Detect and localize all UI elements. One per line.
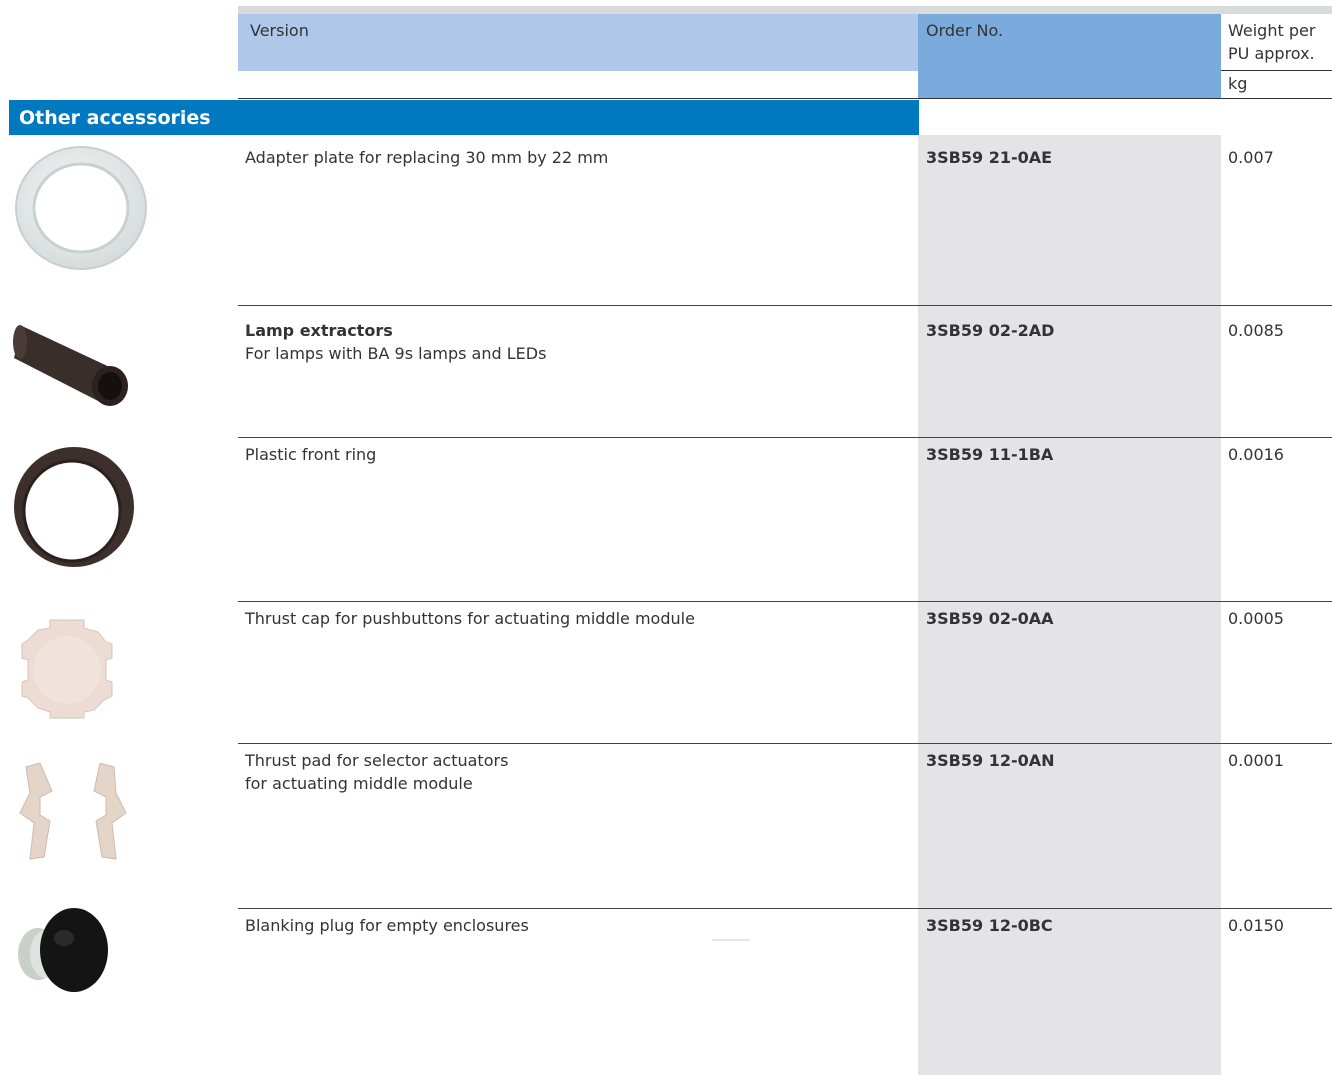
thrust-cap-icon (21, 619, 113, 719)
row-order-number: 3SB59 21-0AE (926, 148, 1053, 167)
row-order-number: 3SB59 12-0BC (926, 916, 1053, 935)
row-description: Plastic front ring (245, 445, 377, 464)
thrust-pad-icon (19, 763, 127, 860)
row-description: Blanking plug for empty enclosures (245, 916, 529, 935)
adapter-plate-icon (15, 146, 147, 270)
row-weight: 0.007 (1228, 148, 1274, 167)
front-ring-icon (14, 447, 134, 567)
row-divider (238, 601, 1332, 602)
column-header-weight-line1: Weight per (1228, 21, 1316, 40)
row-weight: 0.0005 (1228, 609, 1284, 628)
row-description: Adapter plate for replacing 30 mm by 22 … (245, 148, 609, 167)
row-title: Lamp extractors (245, 321, 393, 340)
header-bottom-rule (238, 98, 1332, 99)
row-weight: 0.0001 (1228, 751, 1284, 770)
row-order-number: 3SB59 02-2AD (926, 321, 1055, 340)
row-divider (238, 908, 1332, 909)
column-header-version: Version (238, 14, 918, 71)
row-description-continued: for actuating middle module (245, 774, 473, 793)
lamp-extractor-icon (13, 325, 128, 406)
row-weight: 0.0150 (1228, 916, 1284, 935)
section-title: Other accessories (19, 107, 211, 129)
weight-unit-divider (1221, 70, 1332, 71)
row-description: Thrust cap for pushbuttons for actuating… (245, 609, 695, 628)
blanking-plug-icon (18, 908, 108, 992)
row-divider (238, 437, 1332, 438)
row-description: For lamps with BA 9s lamps and LEDs (245, 344, 547, 363)
row-order-number: 3SB59 02-0AA (926, 609, 1054, 628)
column-header-order: Order No. (918, 14, 1221, 99)
faint-mark (712, 939, 750, 941)
column-header-weight-line2: PU approx. (1228, 44, 1315, 63)
column-header-version-label: Version (250, 21, 309, 40)
column-header-weight-unit: kg (1228, 74, 1248, 93)
row-description: Thrust pad for selector actuators (245, 751, 509, 770)
row-divider (238, 743, 1332, 744)
header-top-strip (238, 6, 1332, 14)
row-order-number: 3SB59 12-0AN (926, 751, 1055, 770)
row-order-number: 3SB59 11-1BA (926, 445, 1054, 464)
column-header-weight: Weight per PU approx. kg (1221, 14, 1332, 99)
column-header-order-label: Order No. (926, 21, 1004, 40)
row-divider (238, 305, 1332, 306)
row-weight: 0.0016 (1228, 445, 1284, 464)
row-weight: 0.0085 (1228, 321, 1284, 340)
